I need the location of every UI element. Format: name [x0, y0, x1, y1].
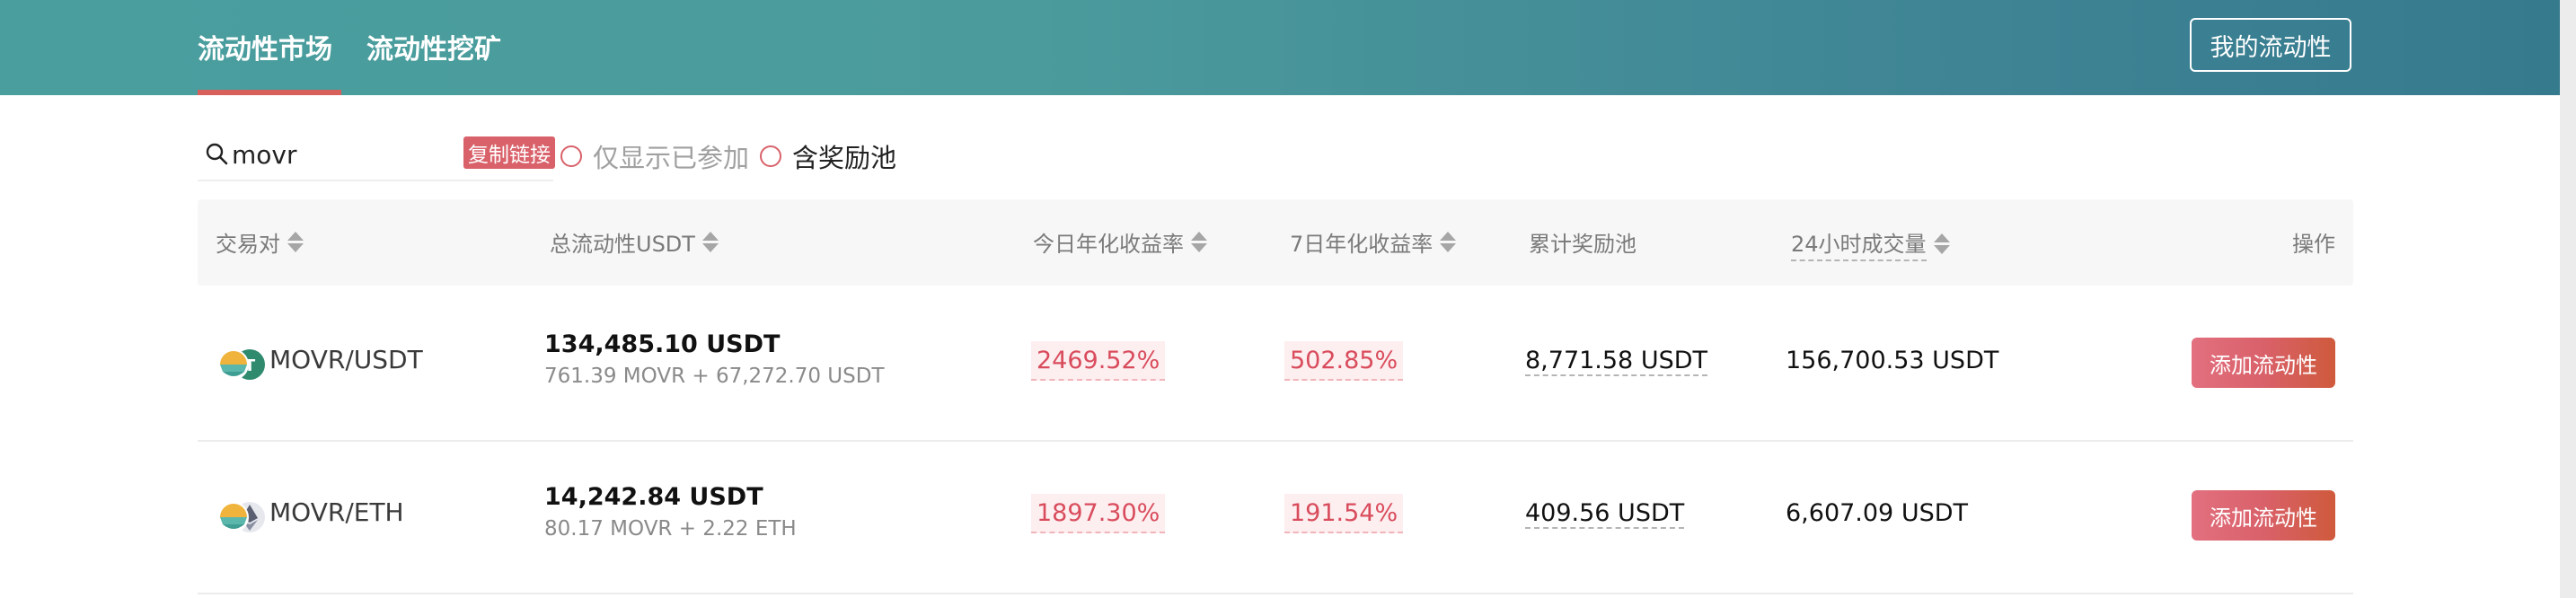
joined-only-label: 仅显示已参加: [593, 143, 750, 173]
reward-pool-value[interactable]: 8,771.58 USDT: [1525, 347, 1708, 376]
column-header-apr-7d[interactable]: 7日年化收益率: [1290, 226, 1457, 258]
column-header-action: 操作: [2292, 232, 2335, 257]
reward-pool-filter[interactable]: 含奖励池: [760, 140, 897, 173]
add-liquidity-button[interactable]: 添加流动性: [2192, 338, 2335, 388]
radio-icon: [760, 145, 781, 167]
reward-pool-value[interactable]: 409.56 USDT: [1525, 499, 1685, 529]
joined-only-filter[interactable]: 仅显示已参加: [560, 140, 750, 173]
column-header-apr-today[interactable]: 今日年化收益率: [1033, 226, 1207, 258]
pair-name[interactable]: MOVR/ETH: [269, 497, 404, 527]
movr-eth-pair-icon: [218, 502, 265, 532]
column-header-pair[interactable]: 交易对: [216, 226, 304, 258]
table-row: T MOVR/USDT 134,485.10 USDT 761.39 MOVR …: [198, 287, 2353, 442]
liquidity-detail: 80.17 MOVR + 2.22 ETH: [544, 517, 797, 541]
volume-24h-value: 156,700.53 USDT: [1786, 347, 1999, 374]
sort-icon[interactable]: [701, 232, 719, 252]
radio-icon: [560, 145, 582, 167]
column-header-reward-pool: 累计奖励池: [1529, 232, 1636, 257]
total-liquidity: 134,485.10 USDT: [544, 330, 781, 358]
copy-link-button[interactable]: 复制链接: [463, 136, 555, 169]
add-liquidity-button[interactable]: 添加流动性: [2192, 490, 2335, 541]
scrollbar[interactable]: [2560, 0, 2576, 598]
apr-7d-value[interactable]: 191.54%: [1284, 494, 1404, 533]
volume-24h-value: 6,607.09 USDT: [1786, 499, 1969, 527]
sort-icon[interactable]: [1440, 232, 1457, 252]
pair-name[interactable]: MOVR/USDT: [269, 345, 423, 374]
apr-today-value[interactable]: 2469.52%: [1031, 341, 1166, 381]
table-row: MOVR/ETH 14,242.84 USDT 80.17 MOVR + 2.2…: [198, 440, 2353, 594]
liquidity-detail: 761.39 MOVR + 67,272.70 USDT: [544, 365, 885, 388]
tab-liquidity-mining[interactable]: 流动性挖矿: [366, 27, 501, 66]
sort-icon[interactable]: [1191, 232, 1207, 252]
total-liquidity: 14,242.84 USDT: [544, 483, 763, 511]
column-header-volume[interactable]: 24小时成交量: [1791, 226, 1950, 261]
table-header: 交易对 总流动性USDT 今日年化收益率 7日年化收益率 累计奖励池 24小时成…: [198, 199, 2353, 286]
column-header-liquidity[interactable]: 总流动性USDT: [550, 226, 719, 258]
apr-today-value[interactable]: 1897.30%: [1031, 494, 1166, 533]
reward-pool-label: 含奖励池: [792, 143, 897, 173]
search-icon: [206, 143, 228, 165]
sort-icon[interactable]: [1933, 233, 1950, 254]
header-banner: 流动性市场 流动性挖矿 我的流动性: [0, 0, 2560, 95]
apr-7d-value[interactable]: 502.85%: [1284, 341, 1404, 381]
active-tab-indicator: [198, 90, 341, 95]
tab-liquidity-market[interactable]: 流动性市场: [198, 27, 332, 66]
search-input[interactable]: [232, 135, 456, 174]
my-liquidity-button[interactable]: 我的流动性: [2190, 18, 2351, 72]
movr-usdt-pair-icon: T: [218, 349, 265, 380]
sort-icon[interactable]: [287, 232, 304, 252]
